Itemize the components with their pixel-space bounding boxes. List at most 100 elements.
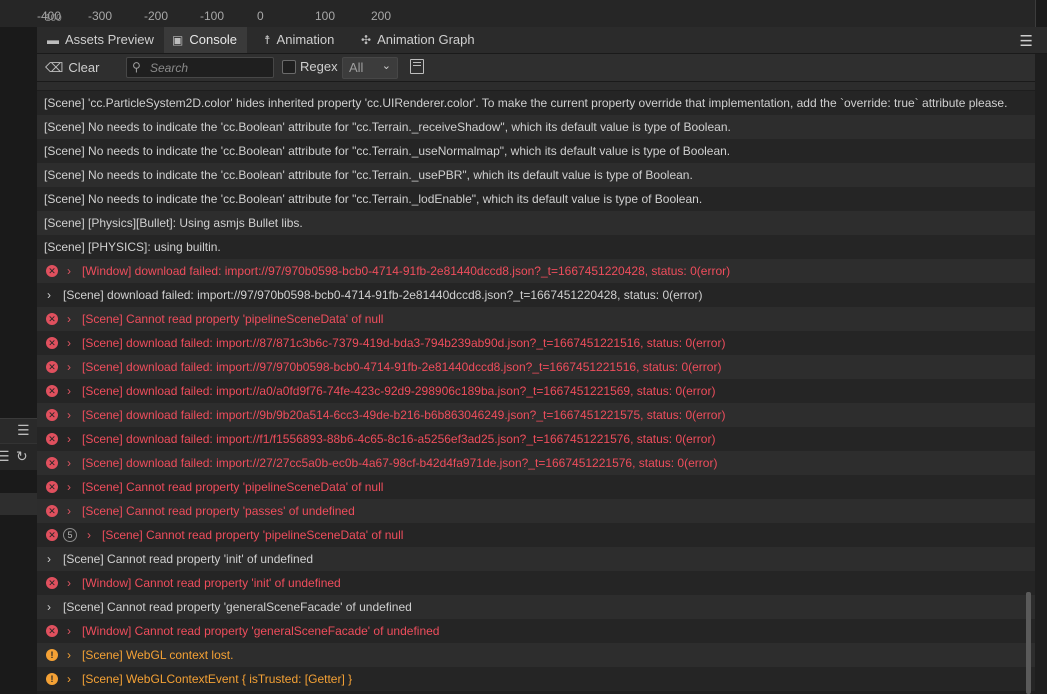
- expand-chevron-icon[interactable]: ›: [67, 619, 71, 643]
- left-ruler-strip: [0, 0, 37, 27]
- scene-ruler: -400 -300 -200 -100 0 100 200 100: [37, 0, 1035, 27]
- expand-chevron-icon[interactable]: ›: [47, 283, 51, 307]
- log-log-row[interactable]: [Scene] [PHYSICS]: using builtin.: [37, 235, 1035, 259]
- error-icon: ✕: [46, 529, 58, 541]
- info-log-row[interactable]: › [Scene] Cannot read property 'init' of …: [37, 547, 1035, 571]
- open-log-file-icon[interactable]: [410, 59, 424, 74]
- tab-console[interactable]: ▣ Console: [164, 27, 248, 53]
- log-message: [Scene] WebGLContextEvent { isTrusted: […: [82, 672, 353, 686]
- log-log-row[interactable]: [Scene] No needs to indicate the 'cc.Boo…: [37, 139, 1035, 163]
- expand-chevron-icon[interactable]: ›: [87, 523, 91, 547]
- regex-checkbox[interactable]: [282, 60, 296, 74]
- log-message: [Scene] No needs to indicate the 'cc.Boo…: [44, 144, 731, 158]
- tab-label: Assets Preview: [65, 32, 154, 47]
- clear-button[interactable]: ⌫ Clear: [45, 58, 99, 77]
- error-log-row[interactable]: ✕ › [Scene] download failed: import://f1/f…: [37, 427, 1035, 451]
- error-icon: ✕: [46, 625, 58, 637]
- regex-label: Regex: [300, 59, 338, 74]
- search-input[interactable]: [148, 59, 270, 77]
- log-message: [Scene] download failed: import://97/970…: [82, 360, 722, 374]
- tab-animation-graph[interactable]: ✣ Animation Graph: [353, 27, 485, 53]
- error-icon: ✕: [46, 409, 58, 421]
- left-dock-panel: ☰ ☰ ↻: [0, 0, 37, 694]
- error-icon: ✕: [46, 505, 58, 517]
- log-message: [Scene] No needs to indicate the 'cc.Boo…: [44, 168, 693, 182]
- expand-chevron-icon[interactable]: ›: [67, 643, 71, 667]
- chevron-down-icon: ⌄: [381, 60, 391, 72]
- log-message: [Scene] [PHYSICS]: using builtin.: [44, 240, 221, 254]
- expand-chevron-icon[interactable]: ›: [67, 667, 71, 691]
- error-log-row[interactable]: ✕ › [Scene] download failed: import://9b/9…: [37, 403, 1035, 427]
- log-message: [Scene] download failed: import://27/27c…: [82, 456, 718, 470]
- tab-assets-preview[interactable]: ▬ Assets Preview: [39, 27, 164, 53]
- tab-animation[interactable]: ☨ Animation: [256, 27, 344, 53]
- expand-chevron-icon[interactable]: ›: [47, 595, 51, 619]
- expand-chevron-icon[interactable]: ›: [67, 475, 71, 499]
- warning-icon: !: [46, 673, 58, 685]
- scene-frame-edge: [1035, 0, 1047, 27]
- info-log-row[interactable]: › [Scene] download failed: import://97/97…: [37, 283, 1035, 307]
- error-log-row[interactable]: ✕ › [Scene] Cannot read property 'pipeline…: [37, 307, 1035, 331]
- log-message: [Scene] [Physics][Bullet]: Using asmjs B…: [44, 216, 303, 230]
- log-message: [Scene] Cannot read property 'pipelineSc…: [82, 312, 384, 326]
- error-log-row[interactable]: ✕ › [Scene] download failed: import://87/8…: [37, 331, 1035, 355]
- log-message: [Scene] WebGL context lost.: [82, 648, 234, 662]
- info-log-row[interactable]: › [Scene] Cannot read property 'generalSc…: [37, 595, 1035, 619]
- error-log-row[interactable]: ✕ › [Scene] download failed: import://a0/a…: [37, 379, 1035, 403]
- error-icon: ✕: [46, 385, 58, 397]
- panel-menu-icon[interactable]: ☰: [1020, 32, 1033, 50]
- expand-chevron-icon[interactable]: ›: [67, 571, 71, 595]
- expand-chevron-icon[interactable]: ›: [67, 379, 71, 403]
- error-log-row[interactable]: ✕ › [Scene] download failed: import://97/9…: [37, 355, 1035, 379]
- log-log-row[interactable]: [Scene] 'cc.ParticleSystem2D.color' hide…: [37, 91, 1035, 115]
- expand-chevron-icon[interactable]: ›: [67, 499, 71, 523]
- log-message: [Scene] 'cc.ParticleSystem2D.color' hide…: [44, 96, 1008, 110]
- left-panel-toolbar: ☰ ↻: [0, 443, 37, 470]
- error-log-row[interactable]: ✕ 5 › [Scene] Cannot read property 'pipelin…: [37, 523, 1035, 547]
- running-figure-icon: ☨: [264, 33, 271, 47]
- error-log-row[interactable]: ✕ › [Scene] download failed: import://27/2…: [37, 451, 1035, 475]
- tab-label: Console: [189, 32, 238, 47]
- clear-label: Clear: [68, 60, 100, 75]
- warn-log-row[interactable]: ! › [Scene] WebGL context lost.: [37, 643, 1035, 667]
- log-message: [Window] Cannot read property 'init' of …: [82, 576, 341, 590]
- ruler-tick: 100: [315, 9, 336, 23]
- error-log-row[interactable]: ✕ › [Window] Cannot read property 'init' o…: [37, 571, 1035, 595]
- error-icon: ✕: [46, 265, 58, 277]
- error-log-row[interactable]: ✕ › [Window] Cannot read property 'general…: [37, 619, 1035, 643]
- error-icon: ✕: [46, 577, 58, 589]
- hamburger-menu-icon[interactable]: ☰: [17, 423, 30, 437]
- expand-chevron-icon[interactable]: ›: [67, 427, 71, 451]
- warn-log-row[interactable]: ! › [Scene] WebGLContextEvent { isTrusted:…: [37, 667, 1035, 691]
- error-log-row[interactable]: ✕ › [Scene] Cannot read property 'passes' …: [37, 499, 1035, 523]
- log-level-select[interactable]: All ⌄: [342, 57, 398, 79]
- refresh-icon[interactable]: ↻: [16, 449, 28, 463]
- expand-chevron-icon[interactable]: ›: [67, 451, 71, 475]
- log-message: [Window] download failed: import://97/97…: [82, 264, 731, 278]
- log-message: [Scene] Cannot read property 'init' of u…: [63, 552, 314, 566]
- search-box[interactable]: ⚲: [126, 57, 274, 78]
- expand-chevron-icon[interactable]: ›: [67, 355, 71, 379]
- error-log-row[interactable]: ✕ › [Window] download failed: import://97/…: [37, 259, 1035, 283]
- tab-label: Animation: [276, 32, 335, 47]
- expand-chevron-icon[interactable]: ›: [47, 547, 51, 571]
- log-log-row[interactable]: [Scene] [Physics][Bullet]: Using asmjs B…: [37, 211, 1035, 235]
- list-icon[interactable]: ☰: [0, 449, 10, 463]
- expand-chevron-icon[interactable]: ›: [67, 403, 71, 427]
- graph-node-icon: ✣: [361, 33, 372, 47]
- log-message: [Window] Cannot read property 'generalSc…: [82, 624, 440, 638]
- left-panel-selected-row[interactable]: [0, 493, 37, 515]
- log-list-scrollbar[interactable]: [1026, 592, 1031, 694]
- log-log-row[interactable]: [Scene] No needs to indicate the 'cc.Boo…: [37, 115, 1035, 139]
- ruler-tick: -100: [200, 9, 225, 23]
- expand-chevron-icon[interactable]: ›: [67, 307, 71, 331]
- log-message: [Scene] Cannot read property 'pipelineSc…: [102, 528, 404, 542]
- expand-chevron-icon[interactable]: ›: [67, 259, 71, 283]
- log-message: [Scene] download failed: import://a0/a0f…: [82, 384, 716, 398]
- ruler-tick: -300: [88, 9, 113, 23]
- log-log-row[interactable]: [Scene] No needs to indicate the 'cc.Boo…: [37, 163, 1035, 187]
- expand-chevron-icon[interactable]: ›: [67, 331, 71, 355]
- log-level-value: All: [349, 60, 364, 75]
- log-log-row[interactable]: [Scene] No needs to indicate the 'cc.Boo…: [37, 187, 1035, 211]
- error-log-row[interactable]: ✕ › [Scene] Cannot read property 'pipeline…: [37, 475, 1035, 499]
